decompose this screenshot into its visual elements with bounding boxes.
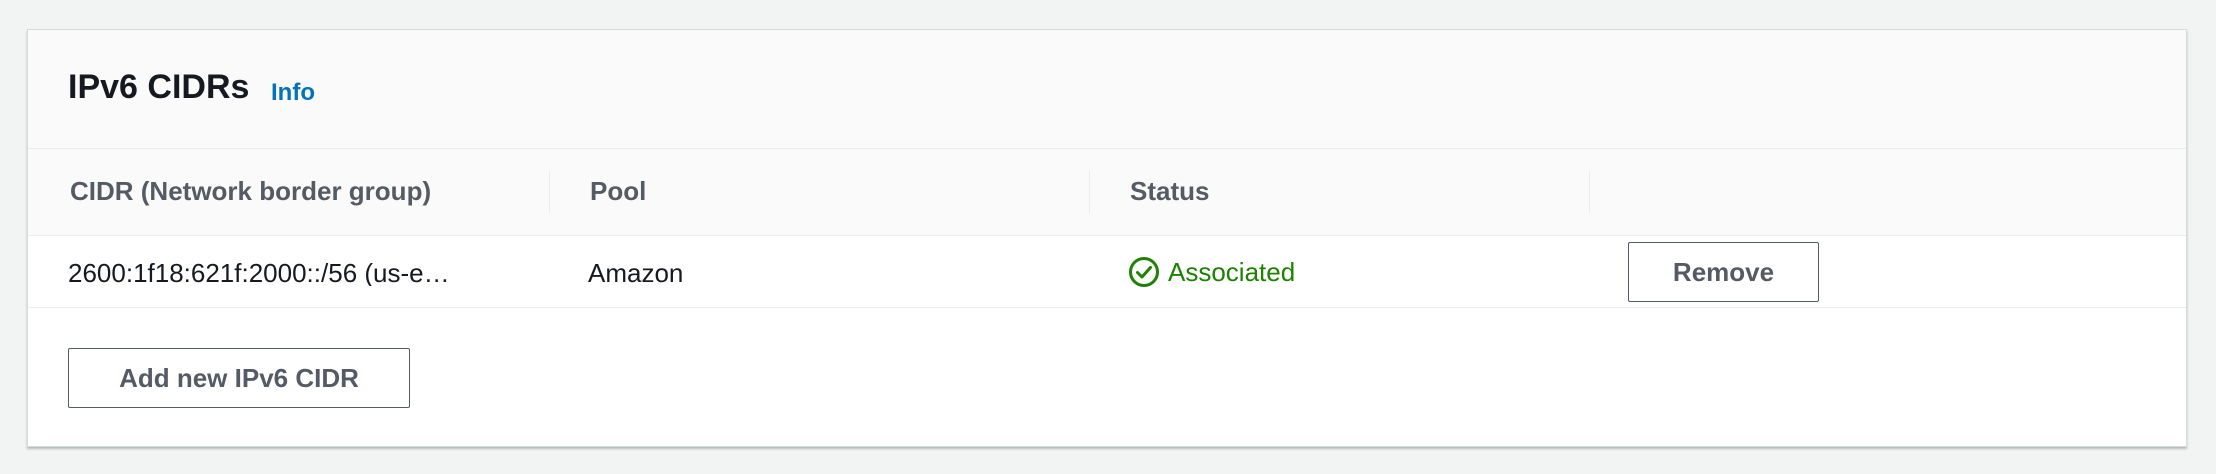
column-header-status[interactable]: Status (1130, 178, 1209, 204)
cidr-cell: 2600:1f18:621f:2000::/56 (us-e… (68, 260, 450, 286)
table-header: CIDR (Network border group) Pool Status (28, 149, 2186, 236)
table-row: 2600:1f18:621f:2000::/56 (us-e… Amazon A… (28, 236, 2186, 308)
info-link[interactable]: Info (271, 81, 315, 105)
status-text: Associated (1168, 257, 1296, 287)
column-header-cidr[interactable]: CIDR (Network border group) (70, 178, 431, 204)
column-divider (1089, 171, 1090, 213)
panel-header: IPv6 CIDRs Info (28, 30, 2186, 149)
ipv6-cidrs-panel: IPv6 CIDRs Info CIDR (Network border gro… (27, 29, 2187, 447)
column-divider (549, 171, 550, 213)
panel-title: IPv6 CIDRs (68, 68, 250, 106)
remove-button[interactable]: Remove (1628, 242, 1819, 302)
status-cell: Associated (1128, 256, 1295, 288)
column-header-pool[interactable]: Pool (590, 178, 646, 204)
pool-cell: Amazon (588, 258, 684, 288)
add-ipv6-cidr-button[interactable]: Add new IPv6 CIDR (68, 348, 410, 408)
column-divider (1589, 171, 1590, 213)
check-circle-icon (1129, 257, 1159, 287)
